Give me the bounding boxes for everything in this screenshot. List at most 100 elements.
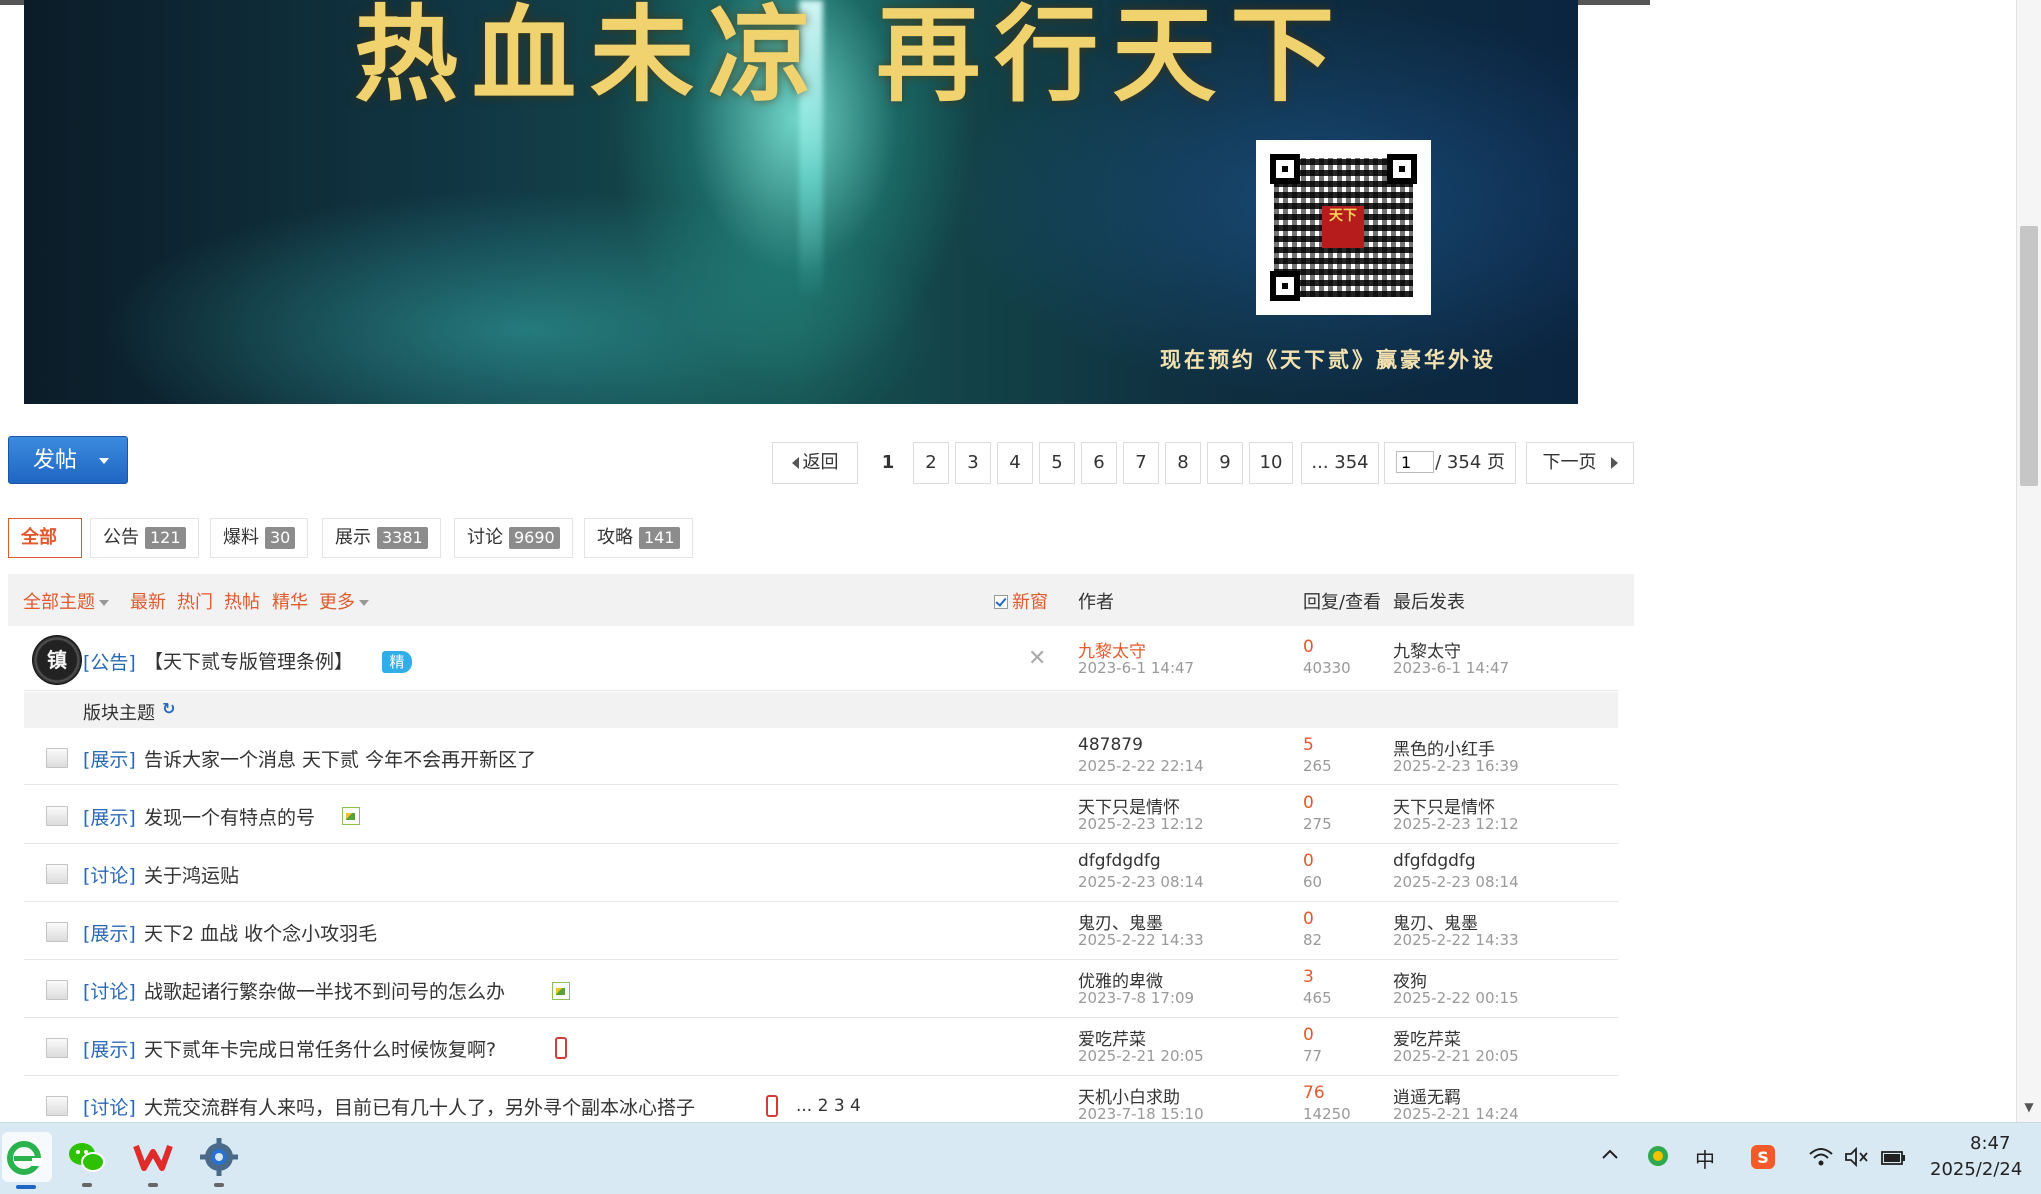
page-jump-input[interactable] (1396, 451, 1434, 473)
new-post-button[interactable]: 发帖 (8, 436, 128, 484)
filter-all-topics-label: 全部主题 (23, 592, 95, 613)
page-1-button[interactable]: 1 (870, 442, 906, 484)
thread-author[interactable]: 487879 (1078, 735, 1143, 755)
page-9-button[interactable]: 9 (1207, 442, 1243, 484)
thread-title[interactable]: 天下贰年卡完成日常任务什么时候恢复啊? (144, 1035, 496, 1062)
filter-latest[interactable]: 最新 (130, 588, 166, 614)
page-5-button[interactable]: 5 (1039, 442, 1075, 484)
tab-announcement[interactable]: 公告 121 (90, 518, 199, 558)
thread-author-date: 2025-2-22 14:33 (1078, 931, 1204, 949)
thread-reply-count: 5 (1303, 735, 1314, 755)
page-2-button[interactable]: 2 (913, 442, 949, 484)
thread-author-date: 2025-2-23 12:12 (1078, 815, 1204, 833)
clock-date[interactable]: 2025/2/24 (1930, 1159, 2022, 1180)
pinned-thread-title[interactable]: 【天下贰专版管理条例】 (144, 647, 353, 674)
running-app-indicator (148, 1183, 158, 1187)
scrollbar-thumb[interactable] (2020, 226, 2038, 486)
page-4-button[interactable]: 4 (997, 442, 1033, 484)
banner-caption: 现在预约《天下贰》赢豪华外设 (1160, 347, 1496, 372)
thread-folder-icon (46, 922, 68, 942)
thread-title[interactable]: 发现一个有特点的号 (144, 803, 315, 830)
tray-volume-button[interactable] (1844, 1146, 1870, 1173)
promo-banner[interactable]: 热血未凉 再行天下 天下 现在预约《天下贰》赢豪华外设 (24, 0, 1578, 404)
tab-discussion[interactable]: 讨论 9690 (454, 518, 573, 558)
tab-leak-count: 30 (265, 527, 296, 549)
page-8-button[interactable]: 8 (1165, 442, 1201, 484)
browser-page: 热血未凉 再行天下 天下 现在预约《天下贰》赢豪华外设 发帖 返回 1 2 3 … (0, 0, 1650, 1122)
banner-title: 热血未凉 再行天下 (354, 0, 1349, 116)
thread-title[interactable]: 战歌起诸行繁杂做一半找不到问号的怎么办 (144, 977, 505, 1004)
thread-category-tag[interactable]: [展示] (83, 745, 136, 772)
new-window-toggle[interactable]: 新窗 (994, 588, 1048, 614)
page-right-margin (1650, 0, 2016, 1122)
filter-hot-posts[interactable]: 热帖 (224, 588, 260, 614)
next-page-button[interactable]: 下一页 (1526, 442, 1634, 484)
filter-all-topics[interactable]: 全部主题 (23, 588, 109, 614)
last-page-button[interactable]: ... 354 (1301, 442, 1379, 484)
back-button[interactable]: 返回 (772, 442, 858, 484)
pinned-avatar: 镇 (32, 635, 82, 685)
thread-last-author[interactable]: dfgfdgdfg (1393, 851, 1476, 871)
thread-title[interactable]: 关于鸿运贴 (144, 861, 239, 888)
thread-category-tag[interactable]: [展示] (83, 1035, 136, 1062)
thread-view-count: 275 (1303, 815, 1332, 833)
page-7-button[interactable]: 7 (1123, 442, 1159, 484)
thread-view-count: 465 (1303, 989, 1332, 1007)
tab-showcase[interactable]: 展示 3381 (322, 518, 441, 558)
tray-ime-button[interactable]: 中 (1695, 1144, 1715, 1173)
taskbar (0, 1122, 2041, 1194)
close-icon[interactable]: ✕ (1028, 646, 1046, 671)
section-label: 版块主题 (83, 703, 155, 724)
checkbox-checked-icon[interactable] (994, 595, 1008, 609)
tab-all[interactable]: 全部 (8, 518, 82, 558)
pinned-category-tag[interactable]: [公告] (83, 648, 136, 675)
tray-shield-button[interactable] (1646, 1144, 1670, 1173)
taskbar-wechat-button[interactable] (62, 1132, 112, 1182)
filter-hot[interactable]: 热门 (177, 588, 213, 614)
filter-more-label: 更多 (319, 592, 355, 613)
tab-showcase-count: 3381 (377, 527, 428, 549)
thread-view-count: 60 (1303, 873, 1323, 891)
chevron-up-icon (1602, 1149, 1618, 1159)
tray-sogou-button[interactable]: S (1750, 1144, 1776, 1175)
thread-folder-icon (46, 980, 68, 1000)
thread-category-tag[interactable]: [讨论] (83, 1093, 136, 1120)
running-app-indicator (214, 1183, 224, 1187)
thread-category-tag[interactable]: [讨论] (83, 861, 136, 888)
thread-title[interactable]: 天下2 血战 收个念小攻羽毛 (144, 919, 377, 946)
thread-author[interactable]: dfgfdgdfg (1078, 851, 1161, 871)
filter-essence[interactable]: 精华 (272, 588, 308, 614)
tab-announcement-count: 121 (145, 527, 186, 549)
thread-author-date: 2025-2-23 08:14 (1078, 873, 1204, 891)
taskbar-settings-button[interactable] (194, 1132, 244, 1182)
thread-view-count: 265 (1303, 757, 1332, 775)
thread-category-tag[interactable]: [讨论] (83, 977, 136, 1004)
tab-guide[interactable]: 攻略 141 (584, 518, 693, 558)
vertical-scrollbar[interactable] (2016, 0, 2041, 1122)
taskbar-edge-button[interactable] (2, 1132, 52, 1182)
tray-battery-button[interactable] (1880, 1146, 1908, 1173)
tab-guide-count: 141 (639, 527, 680, 549)
thread-author-date: 2025-2-22 22:14 (1078, 757, 1204, 775)
thread-author-date: 2025-2-21 20:05 (1078, 1047, 1204, 1065)
thread-title[interactable]: 告诉大家一个消息 天下贰 今年不会再开新区了 (144, 745, 536, 772)
tab-leak[interactable]: 爆料 30 (210, 518, 309, 558)
refresh-icon[interactable]: ↻ (162, 699, 175, 718)
taskbar-wps-button[interactable] (128, 1132, 178, 1182)
tray-wifi-button[interactable] (1808, 1146, 1834, 1173)
ime-icon: 中 (1695, 1148, 1715, 1172)
page-10-button[interactable]: 10 (1249, 442, 1293, 484)
page-6-button[interactable]: 6 (1081, 442, 1117, 484)
page-3-button[interactable]: 3 (955, 442, 991, 484)
clock-time[interactable]: 8:47 (1970, 1133, 2010, 1154)
thread-page-links[interactable]: ... 2 3 4 (796, 1096, 861, 1116)
scroll-down-arrow-icon[interactable]: ▼ (2022, 1100, 2036, 1114)
pinned-view-count: 40330 (1303, 659, 1351, 677)
show-hidden-icons-button[interactable] (1600, 1144, 1620, 1169)
thread-category-tag[interactable]: [展示] (83, 803, 136, 830)
filter-more[interactable]: 更多 (319, 588, 369, 614)
caret-right-icon (1610, 457, 1618, 469)
thread-title[interactable]: 大荒交流群有人来吗，目前已有几十人了，另外寻个副本冰心搭子 (144, 1093, 695, 1120)
thread-category-tag[interactable]: [展示] (83, 919, 136, 946)
qr-finder-bottom-left (1270, 271, 1300, 301)
